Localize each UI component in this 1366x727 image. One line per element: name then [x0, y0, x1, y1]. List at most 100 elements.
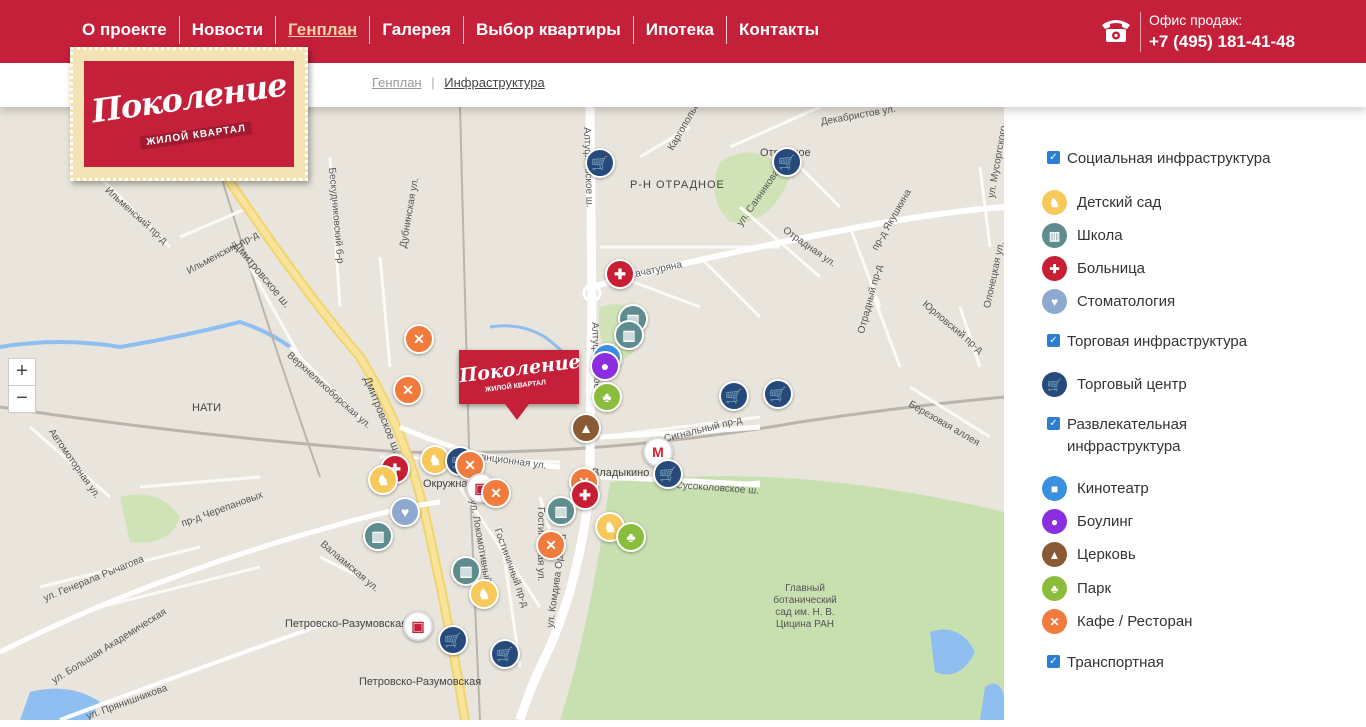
- checkbox-entertainment[interactable]: ✓: [1047, 417, 1060, 430]
- logo-badge: Поколение ЖИЛОЙ КВАРТАЛ: [84, 61, 294, 167]
- checkbox-trade[interactable]: ✓: [1047, 334, 1060, 347]
- phone-icon: [1102, 20, 1130, 42]
- legend-item-dentistry: ♥ Стоматология: [1042, 289, 1175, 314]
- nav-item-about[interactable]: О проекте: [70, 16, 180, 44]
- tooth-icon: ♥: [400, 504, 410, 520]
- poi-park[interactable]: ♣: [592, 382, 622, 412]
- poi-kindergarten[interactable]: ♞: [368, 465, 398, 495]
- map-label-petrovsko-2: Петровско-Разумовская: [359, 676, 482, 688]
- poi-church[interactable]: ▲: [571, 413, 601, 443]
- fork-knife-icon: ✕: [413, 330, 425, 347]
- legend-item-label: Кафе / Ресторан: [1077, 613, 1193, 630]
- cart-icon: 🛒: [444, 631, 462, 648]
- poi-cafe[interactable]: ✕: [481, 478, 511, 508]
- legend-item-label: Парк: [1077, 580, 1112, 597]
- breadcrumb: Генплан | Инфраструктура: [372, 75, 545, 90]
- legend-item-hospital: ✚ Больница: [1042, 256, 1145, 281]
- legend-item-label: Детский сад: [1077, 194, 1162, 211]
- nav-item-masterplan[interactable]: Генплан: [276, 16, 371, 44]
- book-icon: ▥: [371, 527, 385, 544]
- legend-group-label: Развлекательная инфраструктура: [1067, 416, 1188, 455]
- phone-number[interactable]: +7 (495) 181-41-48: [1149, 32, 1295, 52]
- map-label-vladykino: Владыкино: [592, 467, 650, 479]
- breadcrumb-masterplan[interactable]: Генплан: [372, 75, 422, 90]
- tree-icon: ♣: [602, 389, 612, 405]
- tooth-icon: ♥: [1042, 289, 1067, 314]
- book-icon: ▥: [554, 502, 568, 519]
- cart-icon: 🛒: [591, 154, 609, 171]
- logo-subtitle: ЖИЛОЙ КВАРТАЛ: [139, 121, 253, 150]
- legend-item-park: ♣ Парк: [1042, 576, 1111, 601]
- horse-icon: ♞: [428, 451, 442, 468]
- poi-shopping-center[interactable]: 🛒: [763, 379, 793, 409]
- nav-item-contacts[interactable]: Контакты: [727, 16, 831, 44]
- legend-item-kindergarten: ♞ Детский сад: [1042, 190, 1161, 215]
- legend-group-social[interactable]: ✓ Социальная инфраструктура: [1047, 148, 1287, 170]
- poi-cafe[interactable]: ✕: [404, 324, 434, 354]
- legend-item-label: Школа: [1077, 227, 1123, 244]
- legend-item-cafe: ✕ Кафе / Ресторан: [1042, 609, 1192, 634]
- cross-icon: ✚: [614, 265, 626, 282]
- legend-group-trade[interactable]: ✓ Торговая инфраструктура: [1047, 331, 1287, 353]
- poi-school[interactable]: ▥: [546, 496, 576, 526]
- breadcrumb-infrastructure[interactable]: Инфраструктура: [444, 75, 544, 90]
- horse-icon: ♞: [477, 585, 491, 602]
- legend-panel: ✓ Социальная инфраструктура ♞ Детский са…: [1004, 107, 1366, 720]
- legend-group-label: Транспортная: [1067, 654, 1164, 671]
- map-label-botanical-garden: Главный ботанический сад им. Н. В. Цицин…: [773, 583, 837, 630]
- map[interactable]: Дмитровское ш. Дмитровское ш. Ильменский…: [0, 107, 1004, 720]
- legend-item-shopping-center: 🛒 Торговый центр: [1042, 372, 1187, 397]
- poi-school[interactable]: ▥: [614, 320, 644, 350]
- fork-knife-icon: ✕: [1042, 609, 1067, 634]
- bowling-icon: ●: [1042, 509, 1067, 534]
- nav-item-apartments[interactable]: Выбор квартиры: [464, 16, 634, 44]
- logo-title: Поколение: [89, 65, 289, 131]
- poi-bowling[interactable]: ●: [590, 351, 620, 381]
- checkbox-social[interactable]: ✓: [1047, 151, 1060, 164]
- nav-item-gallery[interactable]: Галерея: [370, 16, 464, 44]
- legend-item-label: Кинотеатр: [1077, 480, 1149, 497]
- legend-item-label: Больница: [1077, 260, 1146, 277]
- poi-kindergarten[interactable]: ♞: [469, 579, 499, 609]
- fork-knife-icon: ✕: [490, 484, 502, 501]
- map-label-petrovsko-1: Петровско-Разумовская: [285, 618, 408, 630]
- project-marker[interactable]: Поколение ЖИЛОЙ КВАРТАЛ: [458, 350, 582, 420]
- tree-icon: ♣: [626, 529, 636, 545]
- breadcrumb-separator: |: [431, 75, 435, 90]
- checkbox-transport[interactable]: ✓: [1047, 655, 1060, 668]
- poi-shopping-center[interactable]: 🛒: [585, 148, 615, 178]
- poi-train[interactable]: ▣: [403, 611, 433, 641]
- poi-park[interactable]: ♣: [616, 522, 646, 552]
- church-icon: ▲: [1042, 542, 1067, 567]
- legend-group-entertainment[interactable]: ✓ Развлекательная инфраструктура: [1047, 414, 1227, 458]
- nav-item-mortgage[interactable]: Ипотека: [634, 16, 727, 44]
- poi-dentistry[interactable]: ♥: [390, 497, 420, 527]
- horse-icon: ♞: [376, 471, 390, 488]
- legend-group-label: Торговая инфраструктура: [1067, 333, 1248, 350]
- poi-shopping-center[interactable]: 🛒: [719, 381, 749, 411]
- legend-group-transport[interactable]: ✓ Транспортная: [1047, 652, 1287, 674]
- zoom-out-button[interactable]: −: [8, 385, 36, 413]
- book-icon: ▥: [1042, 223, 1067, 248]
- nav-item-news[interactable]: Новости: [180, 16, 277, 44]
- poi-shopping-center[interactable]: 🛒: [653, 459, 683, 489]
- legend-item-label: Торговый центр: [1077, 376, 1187, 393]
- poi-shopping-center[interactable]: 🛒: [490, 639, 520, 669]
- site-logo[interactable]: Поколение ЖИЛОЙ КВАРТАЛ: [70, 47, 308, 181]
- poi-shopping-center[interactable]: 🛒: [772, 147, 802, 177]
- main-nav: О проекте Новости Генплан Галерея Выбор …: [70, 16, 831, 44]
- map-label-nati: НАТИ: [192, 402, 222, 414]
- horse-icon: ♞: [1042, 190, 1067, 215]
- cart-icon: 🛒: [769, 385, 787, 402]
- poi-hospital[interactable]: ✚: [605, 259, 635, 289]
- legend-item-bowling: ● Боулинг: [1042, 509, 1133, 534]
- poi-cafe[interactable]: ✕: [536, 530, 566, 560]
- poi-school[interactable]: ▥: [363, 521, 393, 551]
- cart-icon: 🛒: [496, 645, 514, 662]
- poi-shopping-center[interactable]: 🛒: [438, 625, 468, 655]
- phone-separator: [1140, 12, 1141, 52]
- poi-cafe[interactable]: ✕: [393, 375, 423, 405]
- legend-item-cinema: ■ Кинотеатр: [1042, 476, 1149, 501]
- train-icon: ▣: [411, 617, 425, 634]
- zoom-in-button[interactable]: +: [8, 358, 36, 386]
